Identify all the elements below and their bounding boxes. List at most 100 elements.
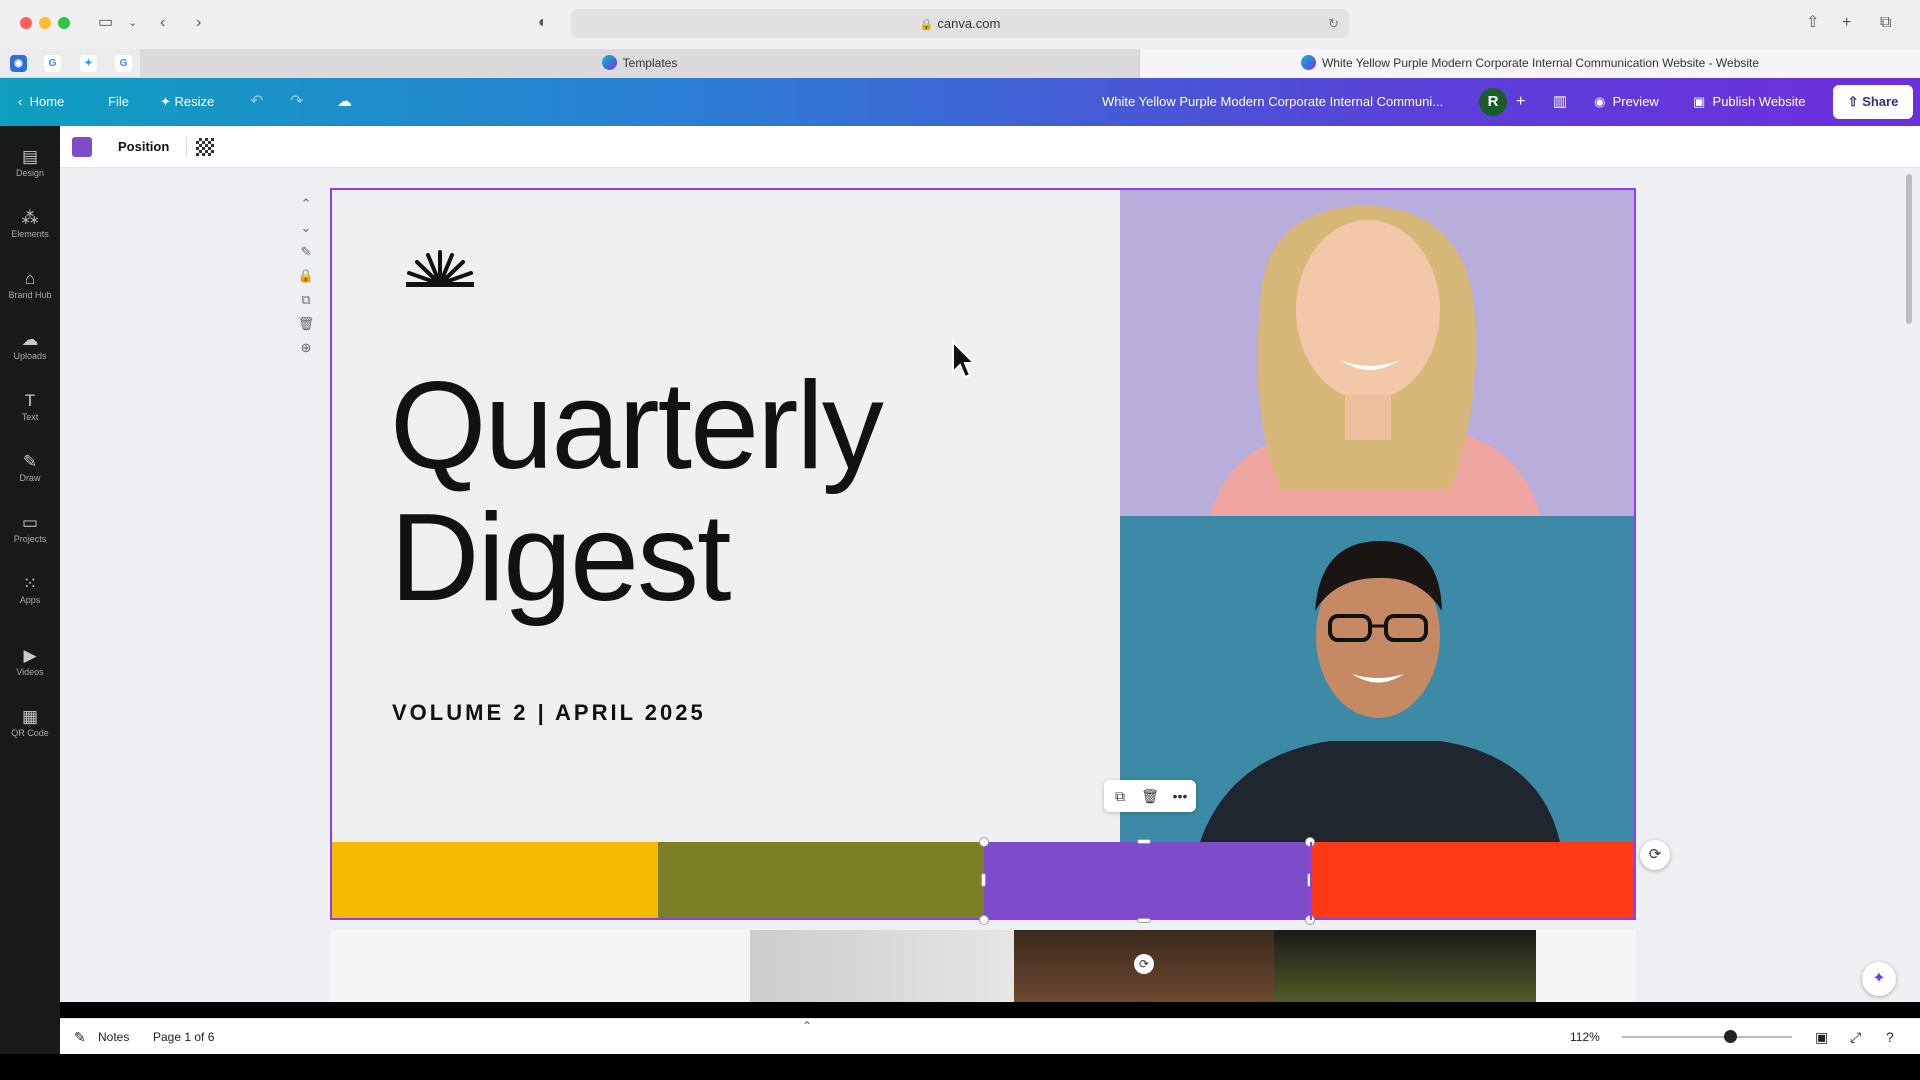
publish-website-button[interactable]: ▣ Publish Website [1693,78,1806,126]
home-button[interactable]: ‹ Home [18,78,64,126]
add-collaborator-icon[interactable]: + [1516,78,1525,126]
resize-handle-tl[interactable] [979,837,989,847]
trash-icon[interactable]: 🗑 [1136,780,1164,812]
sidebar-item-projects[interactable]: ▭ Projects [0,506,60,560]
sidebar-item-design[interactable]: ▤ Design [0,140,60,194]
reload-icon[interactable]: ↻ [1328,9,1339,38]
insights-chart-icon[interactable]: ▥ [1553,78,1567,126]
page-tools: ⌃ ⌄ ✎ 🔒 ⧉ 🗑 ⊕ [296,192,316,360]
url-text: canva.com [937,16,1001,31]
preview-button[interactable]: ◉ Preview [1594,78,1659,126]
man-portrait-image [1120,516,1634,842]
design-page-left[interactable]: Quarterly Digest VOLUME 2 | APRIL 2025 [332,190,1120,842]
notes-icon[interactable]: ✎ [74,1019,86,1055]
resize-handle-left[interactable] [981,873,986,887]
chevron-up-icon[interactable]: ⌃ [296,192,316,216]
help-icon[interactable]: ? [1886,1019,1894,1055]
text-icon: T [24,391,36,410]
chevron-down-icon[interactable]: ⌄ [128,12,137,34]
position-button[interactable]: Position [118,126,169,168]
bookmark-twitter-icon[interactable]: ✦ [80,55,97,72]
photo-woman[interactable] [1120,190,1634,516]
cloud-saved-icon[interactable]: ☁ [337,78,352,126]
woman-portrait-image [1120,190,1634,516]
context-toolbar: Position [60,126,1920,168]
share-page-icon[interactable]: ⇧ [1806,12,1819,34]
screen-bottom-band [0,1054,1920,1080]
undo-icon[interactable]: ↶ [250,78,263,126]
redo-icon[interactable]: ↷ [290,78,303,126]
sidebar-item-brand-hub[interactable]: ⌂ Brand Hub [0,262,60,316]
shield-icon[interactable]: ◐ [538,12,548,34]
rotate-handle-icon[interactable]: ⟳ [1134,954,1154,974]
magic-assistant-icon[interactable]: ✦ [1862,962,1896,996]
sidebar-item-draw[interactable]: ✎ Draw [0,445,60,499]
chevron-left-icon: ‹ [18,94,23,109]
design-icon: ▤ [21,147,39,166]
editor-bottombar: ✎ Notes Page 1 of 6 ⌃ 112% ▣ ⤢ ? [60,1018,1920,1054]
resize-handle-bottom[interactable] [1137,918,1151,923]
delete-page-icon[interactable]: 🗑 [296,312,316,336]
sidebar-item-text[interactable]: T Text [0,384,60,438]
edit-page-icon[interactable]: ✎ [296,240,316,264]
minimize-window-button[interactable] [39,17,51,29]
chevron-down-icon[interactable]: ⌄ [296,216,316,240]
zoom-slider[interactable] [1622,1036,1792,1038]
color-block-purple-selected[interactable] [984,842,1310,920]
color-swatch[interactable] [72,137,92,157]
add-page-icon[interactable]: ⊕ [296,336,316,360]
address-bar[interactable]: 🔒 canva.com ↻ [571,9,1349,38]
page-indicator[interactable]: Page 1 of 6 [153,1019,214,1055]
duplicate-icon[interactable]: ⧉ [1106,780,1134,812]
duplicate-page-icon[interactable]: ⧉ [296,288,316,312]
page-grid-icon[interactable]: ▣ [1815,1019,1828,1055]
lock-icon[interactable]: 🔒 [296,264,316,288]
transparency-icon[interactable] [196,138,214,156]
browser-chrome: ▭ ⌄ ‹ › ◐ 🔒 canva.com ↻ ⇧ + ⧉ [0,0,1920,49]
file-menu[interactable]: File [108,78,129,126]
sidebar-item-uploads[interactable]: ☁ Uploads [0,323,60,377]
avatar[interactable]: R [1479,88,1507,116]
document-title[interactable]: White Yellow Purple Modern Corporate Int… [1102,78,1443,126]
share-button[interactable]: ⇧ Share [1833,85,1913,119]
sidebar-item-elements[interactable]: ⁂ Elements [0,201,60,255]
tab-overview-icon[interactable]: ⧉ [1880,12,1891,34]
color-block-red[interactable] [1310,842,1634,920]
sidebar-item-apps[interactable]: ⁙ Apps [0,567,60,621]
design-page-2-preview[interactable]: ⟳ [330,930,1636,1002]
photo-man[interactable] [1120,516,1634,842]
selection-edge [1310,842,1312,920]
tab-templates[interactable]: Templates [140,49,1140,78]
qr-code-icon: ▦ [21,707,39,726]
new-tab-icon[interactable]: + [1842,12,1851,34]
zoom-level[interactable]: 112% [1570,1019,1600,1055]
sidebar-item-videos[interactable]: ▶ Videos [0,639,60,693]
resize-button[interactable]: ✦ Resize [160,78,214,126]
bookmark-google-2-icon[interactable]: G [115,55,132,72]
brand-hub-icon: ⌂ [24,269,36,288]
bookmark-google-icon[interactable]: G [44,55,61,72]
zoom-slider-knob[interactable] [1724,1030,1737,1043]
color-block-olive[interactable] [658,842,984,920]
notes-button[interactable]: Notes [98,1019,129,1055]
volume-date-text[interactable]: VOLUME 2 | APRIL 2025 [392,700,706,726]
sidebar-toggle-icon[interactable]: ▭ [98,12,113,34]
vertical-scrollbar[interactable] [1906,174,1912,324]
fullscreen-icon[interactable]: ⤢ [1850,1019,1861,1055]
color-block-yellow[interactable] [332,842,658,920]
sunburst-logo-icon [406,250,474,287]
resize-handle-bl[interactable] [979,915,989,925]
rotate-icon[interactable]: ⟳ [1640,840,1670,870]
close-window-button[interactable] [20,17,32,29]
more-icon[interactable]: ••• [1166,780,1194,812]
tab-design[interactable]: White Yellow Purple Modern Corporate Int… [1140,49,1920,78]
headline-text[interactable]: Quarterly Digest [390,360,884,624]
sidebar-item-qr-code[interactable]: ▦ QR Code [0,700,60,754]
forward-icon[interactable]: › [196,12,201,34]
maximize-window-button[interactable] [58,17,70,29]
mouse-cursor-icon [952,340,977,379]
back-icon[interactable]: ‹ [160,12,165,34]
resize-handle-top[interactable] [1137,839,1151,844]
expand-pages-icon[interactable]: ⌃ [792,1019,822,1033]
bookmark-globe-icon[interactable]: ◉ [10,55,27,72]
